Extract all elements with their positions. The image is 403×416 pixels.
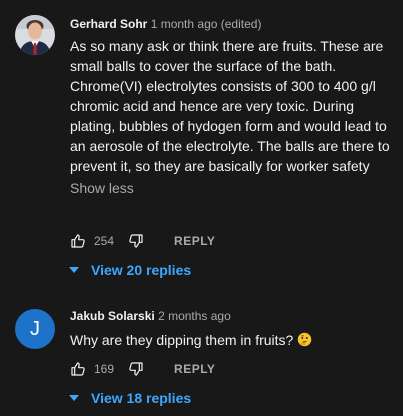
- comment-thread-1: Gerhard Sohr 1 month ago (edited) As so …: [0, 0, 403, 290]
- thinking-face-emoji: [297, 332, 312, 347]
- comment-author[interactable]: Gerhard Sohr: [70, 17, 147, 31]
- like-count: 254: [94, 234, 115, 248]
- comment-thread-2: J Jakub Solarski 2 months ago Why are th…: [0, 300, 403, 416]
- thumbs-down-icon[interactable]: [128, 361, 144, 377]
- comment-timestamp[interactable]: 1 month ago (edited): [151, 17, 262, 31]
- view-replies-label: View 20 replies: [91, 262, 192, 278]
- comment-header: Jakub Solarski 2 months ago: [70, 308, 390, 324]
- thumbs-up-icon[interactable]: [70, 361, 86, 377]
- view-replies-button[interactable]: View 18 replies: [69, 388, 191, 408]
- comment-text: As so many ask or think there are fruits…: [70, 38, 394, 174]
- comment-timestamp[interactable]: 2 months ago: [158, 309, 231, 323]
- reply-button[interactable]: REPLY: [174, 234, 215, 248]
- avatar-letter: J: [30, 317, 40, 340]
- view-replies-label: View 18 replies: [91, 390, 192, 406]
- show-less-button[interactable]: Show less: [70, 178, 390, 198]
- comment-actions: 254 REPLY: [70, 231, 215, 251]
- comment-actions: 169 REPLY: [70, 359, 215, 379]
- avatar-jakub-solarski[interactable]: J: [15, 309, 55, 349]
- view-replies-button[interactable]: View 20 replies: [69, 260, 191, 280]
- comment-header: Gerhard Sohr 1 month ago (edited): [70, 16, 390, 32]
- comment-author[interactable]: Jakub Solarski: [70, 309, 155, 323]
- caret-down-icon: [69, 395, 79, 401]
- caret-down-icon: [69, 267, 79, 273]
- thumbs-up-icon[interactable]: [70, 233, 86, 249]
- reply-button[interactable]: REPLY: [174, 362, 215, 376]
- comment-text: Why are they dipping them in fruits?: [70, 332, 294, 348]
- like-count: 169: [94, 362, 115, 376]
- thumbs-down-icon[interactable]: [128, 233, 144, 249]
- avatar-photo: [15, 15, 55, 55]
- avatar-gerhard-sohr[interactable]: [15, 15, 55, 55]
- comment-text-wrap: Why are they dipping them in fruits?: [70, 330, 390, 350]
